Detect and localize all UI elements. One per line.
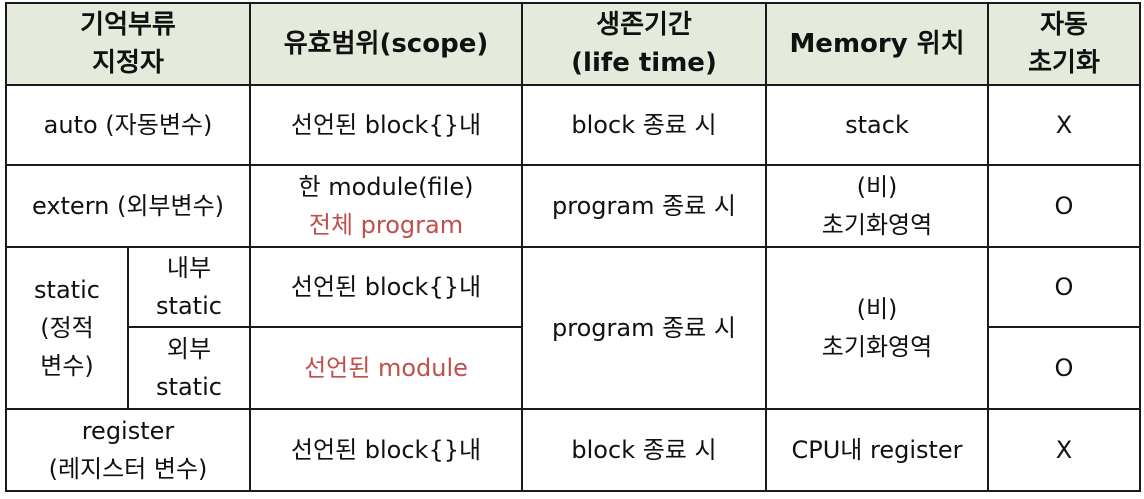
static-memory-line1: (비) <box>856 295 898 323</box>
static-external-line2: static <box>156 373 222 401</box>
cell-static-group: static (정적 변수) <box>5 246 129 410</box>
static-internal-line1: 내부 <box>166 254 212 282</box>
cell-extern-specifier: extern (외부변수) <box>5 164 251 248</box>
cell-extern-scope: 한 module(file) 전체 program <box>249 164 523 248</box>
extern-memory-line1: (비) <box>856 173 898 201</box>
cell-extern-memory: (비) 초기화영역 <box>765 164 989 248</box>
static-memory-line2: 초기화영역 <box>821 333 933 361</box>
cell-register-lifetime: block 종료 시 <box>521 408 767 492</box>
header-row: 기억부류 지정자 유효범위(scope) 생존기간 (life time) Me… <box>5 2 1141 86</box>
static-group-line1: static <box>34 276 100 304</box>
static-external-line1: 외부 <box>166 335 212 363</box>
header-memory-label: Memory 위치 <box>789 29 965 59</box>
header-auto-init: 자동 초기화 <box>987 2 1141 86</box>
cell-extern-init: O <box>987 164 1141 248</box>
cell-static-external-label: 외부 static <box>127 326 251 410</box>
cell-auto-scope: 선언된 block{}내 <box>249 84 523 166</box>
cell-register-memory: CPU내 register <box>765 408 989 492</box>
cell-static-lifetime: program 종료 시 <box>521 246 767 410</box>
cell-register-specifier: register (레지스터 변수) <box>5 408 251 492</box>
header-memory-location: Memory 위치 <box>765 2 989 86</box>
extern-memory-line2: 초기화영역 <box>821 211 933 239</box>
header-lifetime-line2: (life time) <box>571 48 717 78</box>
table-row-auto: auto (자동변수) 선언된 block{}내 block 종료 시 stac… <box>5 84 1141 166</box>
cell-static-external-init: O <box>987 326 1141 410</box>
static-group-line2: (정적 <box>40 314 94 342</box>
extern-scope-line1: 한 module(file) <box>298 173 474 201</box>
extern-scope-line2: 전체 program <box>308 211 464 239</box>
cell-auto-specifier: auto (자동변수) <box>5 84 251 166</box>
cell-extern-lifetime: program 종료 시 <box>521 164 767 248</box>
static-group-line3: 변수) <box>40 352 94 380</box>
header-lifetime-line1: 생존기간 <box>596 10 692 40</box>
cell-static-internal-scope: 선언된 block{}내 <box>249 246 523 328</box>
header-storage-specifier-line2: 지정자 <box>92 48 164 78</box>
cell-static-internal-label: 내부 static <box>127 246 251 328</box>
table-row-extern: extern (외부변수) 한 module(file) 전체 program … <box>5 164 1141 248</box>
cell-auto-memory: stack <box>765 84 989 166</box>
cell-static-external-scope: 선언된 module <box>249 326 523 410</box>
cell-register-scope: 선언된 block{}내 <box>249 408 523 492</box>
cell-register-init: X <box>987 408 1141 492</box>
table-row-register: register (레지스터 변수) 선언된 block{}내 block 종료… <box>5 408 1141 492</box>
header-auto-init-line1: 자동 <box>1040 10 1088 40</box>
storage-class-table-container: 기억부류 지정자 유효범위(scope) 생존기간 (life time) Me… <box>5 2 1141 492</box>
table-row-static-internal: static (정적 변수) 내부 static 선언된 block{}내 pr… <box>5 246 1141 410</box>
cell-static-internal-init: O <box>987 246 1141 328</box>
header-scope-label: 유효범위(scope) <box>283 29 489 59</box>
header-auto-init-line2: 초기화 <box>1028 48 1100 78</box>
cell-auto-lifetime: block 종료 시 <box>521 84 767 166</box>
storage-class-table: 기억부류 지정자 유효범위(scope) 생존기간 (life time) Me… <box>5 2 1141 492</box>
register-specifier-line2: (레지스터 변수) <box>48 455 208 483</box>
header-lifetime: 생존기간 (life time) <box>521 2 767 86</box>
header-storage-specifier-line1: 기억부류 <box>80 10 176 40</box>
cell-auto-init: X <box>987 84 1141 166</box>
static-internal-line2: static <box>156 292 222 320</box>
cell-static-memory: (비) 초기화영역 <box>765 246 989 410</box>
header-storage-specifier: 기억부류 지정자 <box>5 2 251 86</box>
header-scope: 유효범위(scope) <box>249 2 523 86</box>
register-specifier-line1: register <box>81 417 175 445</box>
